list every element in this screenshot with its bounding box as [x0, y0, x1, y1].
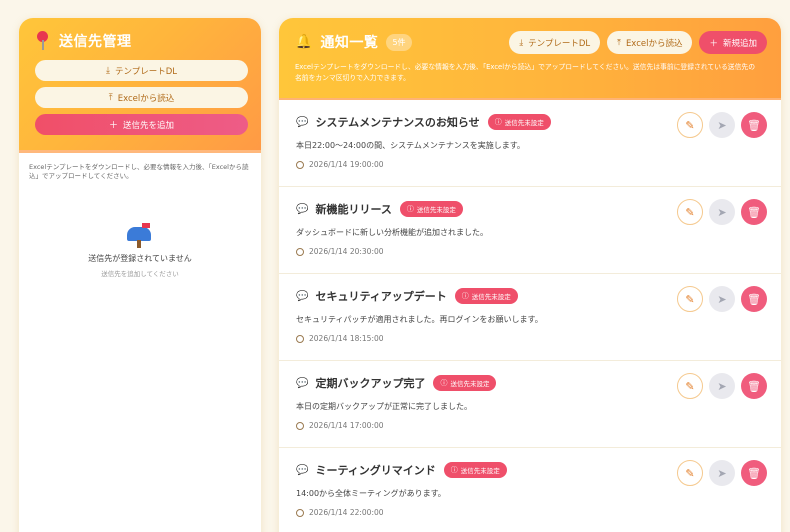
notification-time: 2026/1/14 18:15:00 — [309, 334, 384, 343]
status-badge: ⓘ 送信先未設定 — [399, 201, 463, 217]
notification-title: 新機能リリース — [315, 203, 392, 216]
download-icon: ⤓ — [519, 37, 524, 48]
notification-count-badge: 5件 — [386, 33, 412, 51]
clock-icon — [296, 421, 304, 430]
notification-time: 2026/1/14 22:00:00 — [309, 508, 384, 517]
notification-time: 2026/1/14 19:00:00 — [309, 160, 384, 169]
send-button[interactable]: ➤ — [709, 112, 735, 138]
speech-bubble-icon: 💬 — [296, 203, 309, 215]
speech-bubble-icon: 💬 — [296, 290, 309, 302]
pin-icon — [35, 31, 51, 51]
alert-circle-icon: ⓘ — [440, 379, 448, 387]
alert-circle-icon: ⓘ — [450, 466, 458, 474]
clock-icon — [296, 334, 304, 343]
edit-button[interactable]: ✎ — [677, 460, 703, 486]
send-icon: ➤ — [717, 205, 727, 219]
notification-title: ミーティングリマインド — [315, 464, 436, 477]
notification-list: 💬 システムメンテナンスのお知らせ ⓘ 送信先未設定 本日22:00〜24:00の… — [279, 100, 781, 532]
plus-icon: ＋ — [709, 38, 718, 49]
edit-button[interactable]: ✎ — [677, 373, 703, 399]
recipient-template-download-button[interactable]: ⤓ テンプレートDL — [35, 60, 248, 81]
delete-button[interactable]: 🗑 — [741, 286, 767, 312]
notification-description: Excelテンプレートをダウンロードし、必要な情報を入力後、「Excelから読込… — [295, 63, 755, 82]
notification-item: 💬 ミーティングリマインド ⓘ 送信先未設定 14:00から全体ミーティングがあり… — [279, 448, 781, 532]
plus-icon: ＋ — [108, 121, 118, 131]
speech-bubble-icon: 💬 — [296, 377, 309, 389]
empty-state-subtitle: 送信先を追加してください — [101, 270, 179, 278]
send-button[interactable]: ➤ — [709, 286, 735, 312]
status-badge: ⓘ 送信先未設定 — [487, 114, 551, 130]
delete-button[interactable]: 🗑 — [741, 112, 767, 138]
empty-state: 送信先が登録されていません 送信先を追加してください — [19, 223, 261, 278]
trash-icon: 🗑 — [747, 205, 761, 219]
recipient-panel: 送信先管理 ⤓ テンプレートDL ⤒ Excelから読込 ＋ 送信先を追加 Ex… — [19, 18, 261, 532]
send-button[interactable]: ➤ — [709, 199, 735, 225]
upload-icon: ⤒ — [108, 92, 113, 103]
notification-time: 2026/1/14 17:00:00 — [309, 421, 384, 430]
download-icon: ⤓ — [105, 65, 110, 76]
status-badge: ⓘ 送信先未設定 — [454, 288, 518, 304]
send-icon: ➤ — [717, 379, 727, 393]
upload-icon: ⤒ — [617, 37, 621, 48]
notification-title: システムメンテナンスのお知らせ — [315, 116, 480, 129]
trash-icon: 🗑 — [747, 379, 761, 393]
empty-state-title: 送信先が登録されていません — [88, 254, 192, 263]
bell-icon: 🔔 — [295, 34, 313, 50]
send-button[interactable]: ➤ — [709, 373, 735, 399]
divider — [19, 150, 261, 153]
mailbox-icon — [127, 223, 153, 248]
notification-title: 定期バックアップ完了 — [315, 377, 426, 390]
send-icon: ➤ — [717, 118, 727, 132]
notification-item: 💬 新機能リリース ⓘ 送信先未設定 ダッシュボードに新しい分析機能が追加されまし… — [279, 187, 781, 274]
notification-body: 14:00から全体ミーティングがあります。 — [296, 489, 446, 498]
notification-body: 本日22:00〜24:00の間、システムメンテナンスを実施します。 — [296, 141, 525, 150]
delete-button[interactable]: 🗑 — [741, 199, 767, 225]
clock-icon — [296, 247, 304, 256]
speech-bubble-icon: 💬 — [296, 116, 309, 128]
send-icon: ➤ — [717, 292, 727, 306]
pencil-icon: ✎ — [685, 118, 695, 132]
notification-item: 💬 定期バックアップ完了 ⓘ 送信先未設定 本日の定期バックアップが正常に完了しま… — [279, 361, 781, 448]
clock-icon — [296, 160, 304, 169]
edit-button[interactable]: ✎ — [677, 112, 703, 138]
status-badge: ⓘ 送信先未設定 — [433, 375, 497, 391]
delete-button[interactable]: 🗑 — [741, 373, 767, 399]
trash-icon: 🗑 — [747, 118, 761, 132]
alert-circle-icon: ⓘ — [494, 118, 502, 126]
notification-excel-import-button[interactable]: ⤒ Excelから読込 — [607, 31, 693, 54]
notification-item: 💬 セキュリティアップデート ⓘ 送信先未設定 セキュリティパッチが適用されました… — [279, 274, 781, 361]
pencil-icon: ✎ — [685, 205, 695, 219]
edit-button[interactable]: ✎ — [677, 286, 703, 312]
notification-time: 2026/1/14 20:30:00 — [309, 247, 384, 256]
alert-circle-icon: ⓘ — [406, 205, 414, 213]
notification-panel: 🔔 通知一覧 5件 ⤓ テンプレートDL ⤒ Excelから読込 ＋ 新規追加 … — [279, 18, 781, 532]
alert-circle-icon: ⓘ — [461, 292, 469, 300]
notification-panel-header: 🔔 通知一覧 5件 ⤓ テンプレートDL ⤒ Excelから読込 ＋ 新規追加 … — [279, 18, 781, 98]
trash-icon: 🗑 — [747, 292, 761, 306]
notification-template-download-button[interactable]: ⤓ テンプレートDL — [509, 31, 601, 54]
notification-body: セキュリティパッチが適用されました。再ログインをお願いします。 — [296, 315, 543, 324]
speech-bubble-icon: 💬 — [296, 464, 309, 476]
notification-item: 💬 システムメンテナンスのお知らせ ⓘ 送信先未設定 本日22:00〜24:00の… — [279, 100, 781, 187]
edit-button[interactable]: ✎ — [677, 199, 703, 225]
pencil-icon: ✎ — [685, 466, 695, 480]
recipient-hint-text: Excelテンプレートをダウンロードし、必要な情報を入力後、「Excelから読込… — [29, 163, 249, 181]
notification-title: セキュリティアップデート — [315, 290, 447, 303]
status-badge: ⓘ 送信先未設定 — [443, 462, 507, 478]
new-notification-button[interactable]: ＋ 新規追加 — [699, 31, 767, 54]
add-recipient-button[interactable]: ＋ 送信先を追加 — [35, 114, 248, 135]
delete-button[interactable]: 🗑 — [741, 460, 767, 486]
pencil-icon: ✎ — [685, 292, 695, 306]
trash-icon: 🗑 — [747, 466, 761, 480]
notification-body: ダッシュボードに新しい分析機能が追加されました。 — [296, 228, 488, 237]
send-button[interactable]: ➤ — [709, 460, 735, 486]
send-icon: ➤ — [717, 466, 727, 480]
pencil-icon: ✎ — [685, 379, 695, 393]
recipient-excel-import-button[interactable]: ⤒ Excelから読込 — [35, 87, 248, 108]
recipient-panel-title: 送信先管理 — [59, 34, 132, 50]
notification-body: 本日の定期バックアップが正常に完了しました。 — [296, 402, 472, 411]
notification-panel-title: 通知一覧 — [320, 35, 379, 51]
recipient-panel-header: 送信先管理 ⤓ テンプレートDL ⤒ Excelから読込 ＋ 送信先を追加 — [19, 18, 261, 150]
clock-icon — [296, 508, 304, 517]
